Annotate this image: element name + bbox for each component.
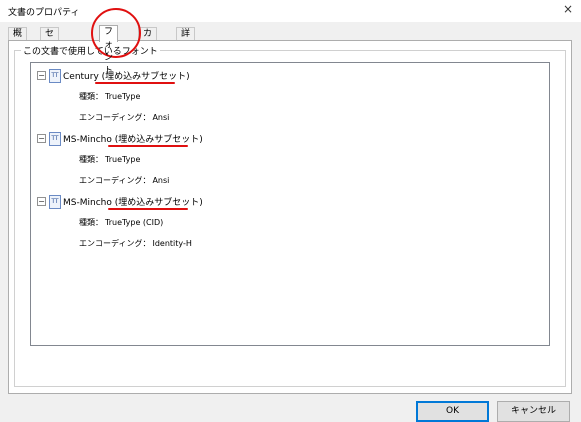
font-encoding-value: Ansi	[152, 176, 170, 185]
window-title: 文書のプロパティ	[8, 8, 80, 18]
tab-fonts[interactable]: フォント	[99, 25, 119, 76]
tab-summary[interactable]: 概要	[8, 27, 28, 52]
font-name: MS-Mincho (埋め込みサブセット)	[63, 198, 203, 208]
font-type-value: TrueType (CID)	[105, 218, 164, 227]
font-encoding-row: エンコーディング： Identity-H	[79, 238, 192, 249]
annotation-underline	[108, 208, 188, 210]
annotation-underline	[108, 145, 188, 147]
title-bar: 文書のプロパティ ×	[0, 0, 581, 22]
font-name: Century (埋め込みサブセット)	[63, 72, 190, 82]
font-encoding-label: エンコーディング：	[79, 113, 151, 122]
tab-custom[interactable]: カスタム	[138, 27, 158, 78]
collapse-icon[interactable]: −	[37, 71, 46, 80]
collapse-icon[interactable]: −	[37, 134, 46, 143]
font-icon: TT	[49, 69, 61, 83]
font-type-value: TrueType	[105, 92, 141, 101]
font-type-label: 種類：	[79, 92, 103, 101]
font-type-value: TrueType	[105, 155, 141, 164]
tab-advanced[interactable]: 詳細設定	[176, 27, 196, 78]
font-icon: TT	[49, 132, 61, 146]
tab-security[interactable]: セキュリティ	[40, 27, 60, 104]
font-encoding-row: エンコーディング： Ansi	[79, 112, 169, 123]
font-encoding-value: Ansi	[152, 113, 170, 122]
font-name: MS-Mincho (埋め込みサブセット)	[63, 135, 203, 145]
cancel-button[interactable]: キャンセル	[497, 401, 570, 422]
annotation-underline	[95, 82, 175, 84]
ok-button[interactable]: OK	[416, 401, 489, 422]
font-type-row: 種類： TrueType	[79, 154, 140, 165]
collapse-icon[interactable]: −	[37, 197, 46, 206]
close-icon[interactable]: ×	[563, 2, 573, 16]
font-type-label: 種類：	[79, 155, 103, 164]
font-encoding-row: エンコーディング： Ansi	[79, 175, 169, 186]
font-encoding-label: エンコーディング：	[79, 239, 151, 248]
font-encoding-label: エンコーディング：	[79, 176, 151, 185]
font-tree[interactable]: − TT Century (埋め込みサブセット) 種類： TrueType エンコ…	[30, 62, 550, 346]
fonts-group-label: この文書で使用しているフォント	[21, 44, 160, 57]
font-encoding-value: Identity-H	[152, 239, 192, 248]
font-icon: TT	[49, 195, 61, 209]
font-type-label: 種類：	[79, 218, 103, 227]
font-type-row: 種類： TrueType	[79, 91, 140, 102]
font-type-row: 種類： TrueType (CID)	[79, 217, 163, 228]
